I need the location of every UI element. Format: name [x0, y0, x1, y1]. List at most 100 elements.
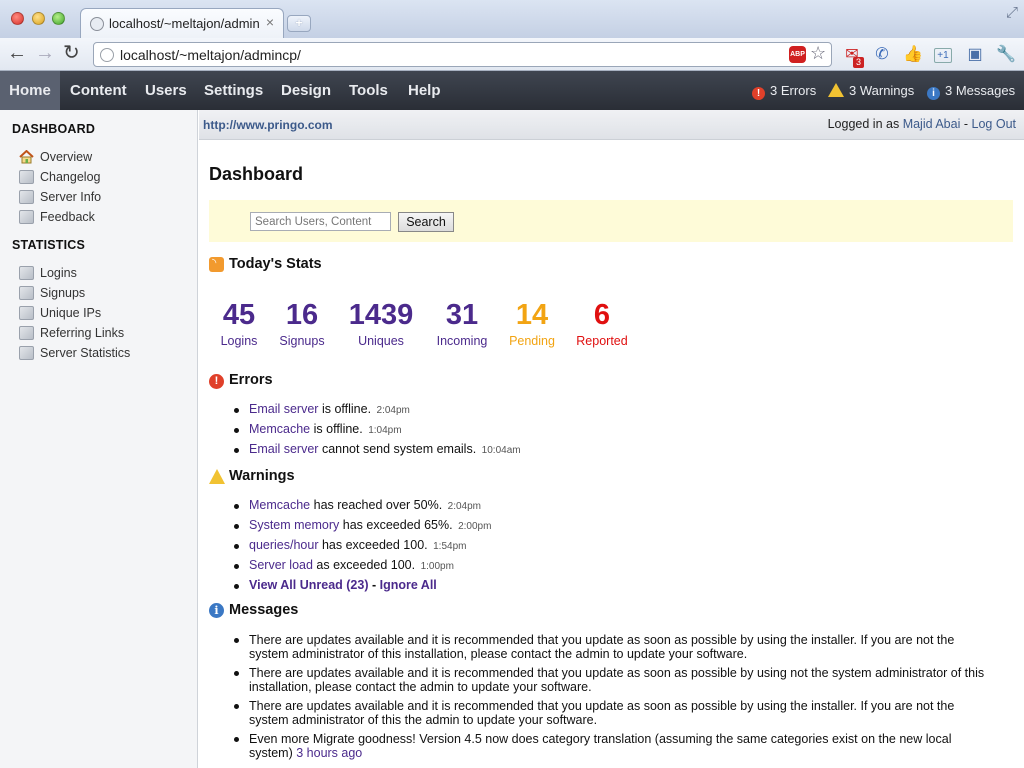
errors-indicator[interactable]: ! 3 Errors — [752, 71, 816, 110]
timestamp: 2:00pm — [458, 521, 492, 532]
stat-uniques[interactable]: 1439 Uniques — [345, 298, 417, 348]
stat-value: 45 — [222, 299, 256, 331]
message-text: There are updates available and it is re… — [249, 699, 955, 727]
wrench-icon[interactable]: 🔧 — [996, 45, 1016, 65]
list-item: Email server is offline. 2:04pm — [234, 400, 994, 420]
sidebar-item-label: Overview — [40, 150, 93, 164]
error-link[interactable]: Email server — [249, 402, 318, 416]
adblock-icon[interactable]: ABP — [789, 46, 806, 63]
error-text: is offline. — [318, 402, 372, 416]
timestamp: 1:54pm — [433, 541, 467, 552]
list-item: View All Unread (23) - Ignore All — [234, 576, 994, 595]
fullscreen-icon[interactable]: ⤢ — [1006, 4, 1018, 21]
stats-title: Today's Stats — [229, 256, 322, 272]
login-info: Logged in as Majid Abai - Log Out — [828, 117, 1016, 131]
timestamp: 2:04pm — [447, 501, 482, 512]
timestamp: 2:04pm — [376, 405, 410, 416]
list-item: There are updates available and it is re… — [234, 666, 994, 694]
warning-icon — [209, 469, 225, 484]
warning-link[interactable]: Memcache — [249, 498, 310, 512]
sidebar-item-label: Unique IPs — [40, 306, 102, 320]
ignore-all-link[interactable]: Ignore All — [380, 578, 437, 592]
nav-tools[interactable]: Tools — [349, 71, 388, 110]
stat-label: Signups — [279, 334, 325, 348]
nav-users[interactable]: Users — [145, 71, 187, 110]
warnings-count: 3 Warnings — [849, 83, 915, 98]
message-time-link[interactable]: 3 hours ago — [296, 746, 362, 760]
address-bar[interactable]: localhost/~meltajon/admincp/ ABP ☆ — [93, 42, 832, 67]
error-text: cannot send system emails. — [318, 442, 477, 456]
stat-incoming[interactable]: 31 Incoming — [435, 298, 489, 348]
house-icon — [19, 150, 34, 164]
thumbs-up-icon[interactable]: 👍 — [903, 45, 923, 65]
nav-settings[interactable]: Settings — [204, 71, 263, 110]
messages-title: Messages — [229, 602, 299, 618]
warning-text: has exceeded 65%. — [339, 518, 453, 532]
error-icon: ! — [209, 374, 224, 389]
error-icon: ! — [752, 87, 765, 100]
warning-link[interactable]: System memory — [249, 518, 339, 532]
rss-icon — [209, 256, 224, 272]
warning-link[interactable]: queries/hour — [249, 538, 319, 552]
screen-capture-icon[interactable]: ▣ — [965, 45, 985, 65]
gmail-badge: 3 — [853, 57, 865, 68]
box-icon — [19, 210, 34, 224]
sidebar-item-label: Changelog — [40, 170, 101, 184]
box-icon — [19, 306, 34, 320]
tab-close-icon[interactable]: × — [266, 14, 274, 30]
sidebar-item-label: Referring Links — [40, 326, 125, 340]
errors-count: 3 Errors — [770, 83, 817, 98]
reload-icon[interactable]: ↻ — [63, 43, 80, 63]
timestamp: 1:04pm — [368, 425, 402, 436]
browser-tab[interactable]: localhost/~meltajon/adminc × — [80, 8, 284, 38]
new-tab-button[interactable]: + — [287, 15, 311, 32]
info-icon: i — [209, 603, 224, 618]
nav-home[interactable]: Home — [0, 71, 60, 110]
warning-text: as exceeded 100. — [312, 558, 416, 572]
zoom-window-button[interactable] — [52, 12, 65, 25]
list-item: Email server cannot send system emails. … — [234, 440, 994, 460]
address-url[interactable]: localhost/~meltajon/admincp/ — [120, 47, 301, 63]
sidebar: DASHBOARD Overview Changelog Server Info… — [0, 110, 198, 768]
box-icon — [19, 286, 34, 300]
stat-value: 14 — [515, 299, 549, 331]
sidebar-item-label: Server Info — [40, 190, 102, 204]
logout-link[interactable]: Log Out — [972, 117, 1016, 131]
warning-icon — [828, 83, 844, 97]
nav-help[interactable]: Help — [408, 71, 441, 110]
warning-link[interactable]: Server load — [249, 558, 313, 572]
stat-signups[interactable]: 16 Signups — [279, 298, 325, 348]
plus-one-icon[interactable]: +1 — [934, 48, 952, 63]
site-url-link[interactable]: http://www.pringo.com — [203, 118, 333, 132]
stat-label: Pending — [509, 334, 555, 348]
error-link[interactable]: Email server — [249, 442, 318, 456]
warnings-title: Warnings — [229, 468, 295, 484]
list-item: Memcache has reached over 50%. 2:04pm — [234, 496, 994, 516]
search-button[interactable]: Search — [398, 212, 454, 232]
view-all-unread-link[interactable]: View All Unread (23) — [249, 578, 368, 592]
box-icon — [19, 346, 34, 360]
stat-reported[interactable]: 6 Reported — [575, 298, 629, 348]
forward-arrow-icon[interactable]: → — [35, 43, 55, 63]
bookmark-star-icon[interactable]: ☆ — [810, 43, 826, 64]
user-name-link[interactable]: Majid Abai — [903, 117, 961, 131]
list-item: Server load as exceeded 100. 1:00pm — [234, 556, 994, 576]
stat-pending[interactable]: 14 Pending — [507, 298, 557, 348]
message-text: There are updates available and it is re… — [249, 633, 955, 661]
nav-design[interactable]: Design — [281, 71, 331, 110]
stat-logins[interactable]: 45 Logins — [219, 298, 259, 348]
back-arrow-icon[interactable]: ← — [7, 43, 27, 63]
phone-icon[interactable]: ✆ — [872, 45, 892, 65]
sidebar-heading-statistics: STATISTICS — [12, 238, 86, 252]
close-window-button[interactable] — [11, 12, 24, 25]
stat-value: 31 — [445, 299, 479, 331]
messages-indicator[interactable]: i 3 Messages — [927, 71, 1015, 110]
box-icon — [19, 170, 34, 184]
nav-content[interactable]: Content — [70, 71, 127, 110]
stat-value: 6 — [593, 299, 611, 331]
error-link[interactable]: Memcache — [249, 422, 310, 436]
search-input[interactable] — [250, 212, 391, 231]
warnings-indicator[interactable]: 3 Warnings — [828, 71, 914, 110]
minimize-window-button[interactable] — [32, 12, 45, 25]
browser-toolbar: ← → ↻ localhost/~meltajon/admincp/ ABP ☆… — [0, 38, 1024, 71]
